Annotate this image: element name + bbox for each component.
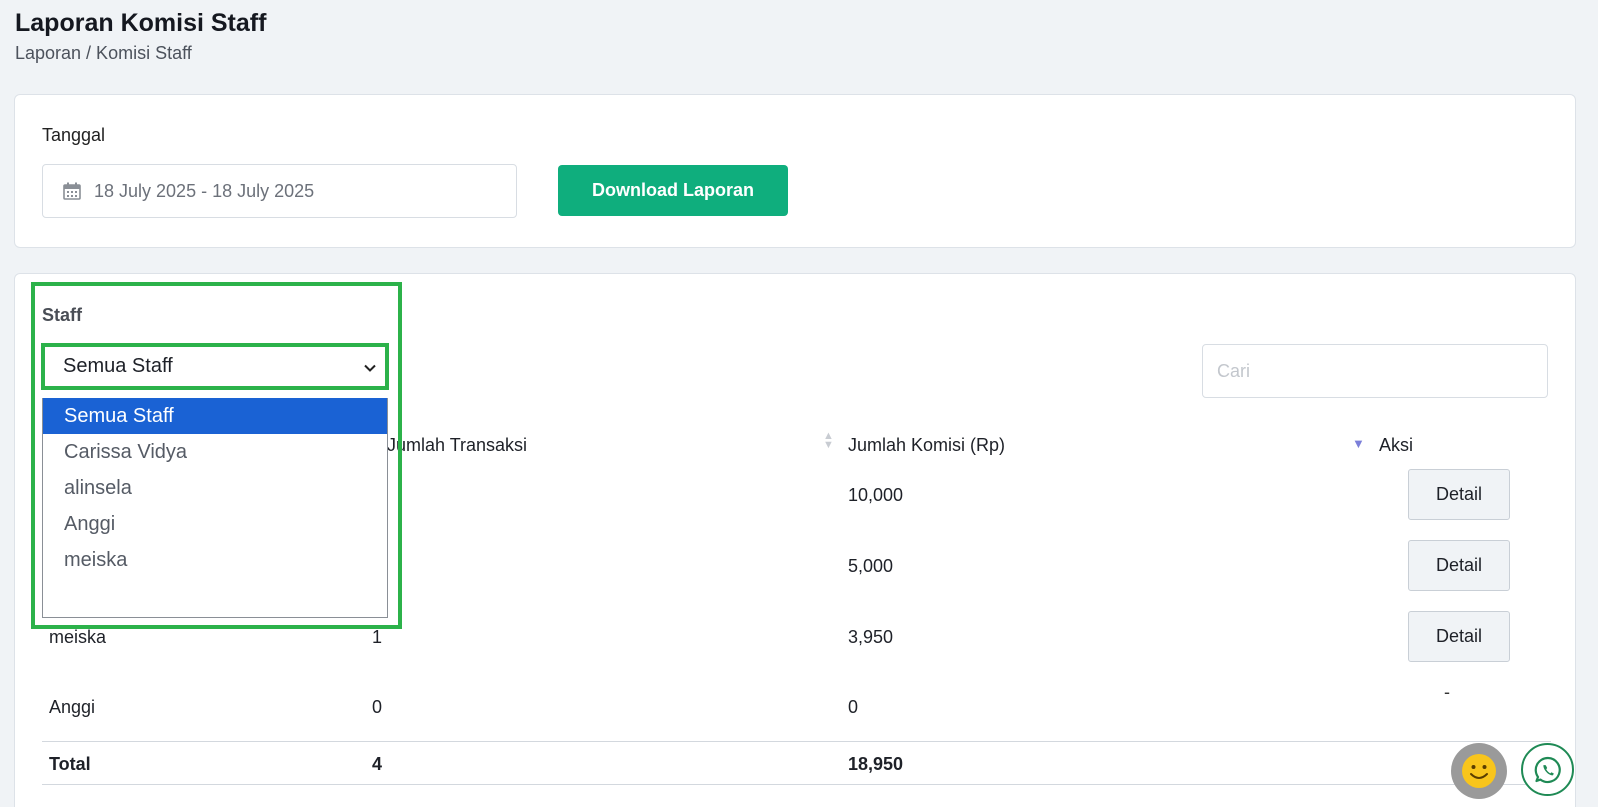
smile-icon <box>1462 754 1496 788</box>
dropdown-option[interactable]: alinsela <box>43 470 387 506</box>
column-header-transaksi[interactable]: Jumlah Transaksi <box>387 435 527 456</box>
dropdown-option[interactable]: Carissa Vidya <box>43 434 387 470</box>
staff-select[interactable]: Semua Staff <box>41 343 389 390</box>
column-header-aksi: Aksi <box>1379 435 1414 455</box>
dropdown-option[interactable]: Anggi <box>43 506 387 542</box>
download-report-button[interactable]: Download Laporan <box>558 165 788 216</box>
total-separator <box>42 741 1551 742</box>
page-title: Laporan Komisi Staff <box>15 9 267 37</box>
table-cell-name: Anggi <box>49 697 96 717</box>
sort-desc-icon[interactable]: ▼ <box>1352 437 1365 450</box>
feedback-button[interactable] <box>1451 743 1507 799</box>
table-cell-aksi-empty: - <box>1444 682 1450 702</box>
search-input[interactable] <box>1202 344 1548 398</box>
total-transaksi: 4 <box>372 754 383 774</box>
dropdown-option[interactable]: Semua Staff <box>43 398 387 434</box>
table-cell-transaksi: 1 <box>372 627 383 647</box>
detail-button[interactable]: Detail <box>1408 469 1510 520</box>
detail-button[interactable]: Detail <box>1408 611 1510 662</box>
breadcrumb[interactable]: Laporan / Komisi Staff <box>15 43 192 64</box>
total-komisi: 18,950 <box>848 754 904 774</box>
total-label: Total <box>49 754 91 774</box>
date-label: Tanggal <box>42 125 106 145</box>
date-range-value: 18 July 2025 - 18 July 2025 <box>94 180 315 201</box>
table-cell-transaksi: 0 <box>372 697 383 717</box>
chevron-down-icon <box>364 364 376 372</box>
calendar-icon <box>63 182 81 200</box>
whatsapp-button[interactable] <box>1521 743 1574 796</box>
sort-icon[interactable]: ▲ ▼ <box>823 431 834 451</box>
table-cell-komisi: 0 <box>848 697 859 717</box>
bottom-separator <box>42 784 1551 785</box>
whatsapp-icon <box>1534 756 1561 783</box>
staff-select-value: Semua Staff <box>63 355 173 377</box>
date-range-input[interactable]: 18 July 2025 - 18 July 2025 <box>42 164 517 218</box>
table-cell-komisi: 3,950 <box>848 627 894 647</box>
staff-dropdown-list: Semua Staff Carissa Vidya alinsela Anggi… <box>42 398 388 618</box>
column-header-komisi[interactable]: Jumlah Komisi (Rp) <box>848 435 1005 456</box>
table-cell-komisi: 10,000 <box>848 485 904 505</box>
detail-button[interactable]: Detail <box>1408 540 1510 591</box>
table-cell-komisi: 5,000 <box>848 556 894 576</box>
filter-card: Tanggal 18 July 2025 - 18 July 2025 Down… <box>14 94 1576 248</box>
table-cell-name: meiska <box>49 627 107 647</box>
dropdown-option[interactable]: meiska <box>43 542 387 578</box>
staff-label: Staff <box>42 305 82 325</box>
